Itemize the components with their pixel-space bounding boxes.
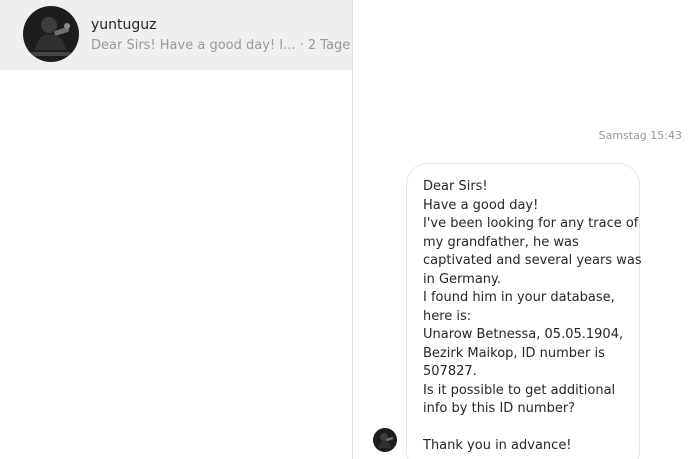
message-line: Thank you in advance!	[423, 438, 572, 453]
message-line: Is it possible to get additional	[423, 382, 616, 398]
conversation-preview-text: Dear Sirs! Have a good day! I...	[91, 38, 296, 53]
message-timestamp: Samstag 15:43	[598, 129, 682, 142]
message-line: I found him in your database,	[423, 290, 615, 305]
sender-avatar-icon[interactable]	[373, 428, 397, 452]
message-thread-pane: Samstag 15:43 Dear Sirs! Have a good day…	[353, 0, 688, 459]
message-line: Bezirk Maikop, ID number is	[423, 345, 605, 361]
conversation-preview: Dear Sirs! Have a good day! I... · 2 Tag…	[91, 38, 351, 53]
direct-messages-window: yuntuguz Dear Sirs! Have a good day! I..…	[0, 0, 688, 459]
conversation-username: yuntuguz	[91, 17, 157, 33]
conversation-list: yuntuguz Dear Sirs! Have a good day! I..…	[0, 0, 353, 459]
message-line: Dear Sirs!	[423, 179, 488, 194]
message-line: here is:	[423, 308, 472, 324]
message-line: captivated and several years was	[423, 253, 642, 268]
conversation-item-yuntuguz[interactable]: yuntuguz Dear Sirs! Have a good day! I..…	[0, 0, 352, 70]
conversation-age: 2 Tage	[307, 38, 351, 53]
message-bubble[interactable]: Dear Sirs! Have a good day! I've been lo…	[406, 163, 642, 459]
avatar-icon[interactable]	[23, 6, 79, 62]
message-line: 507827.	[423, 364, 477, 379]
message-line: Have a good day!	[423, 197, 539, 213]
message-line: I've been looking for any trace of	[423, 216, 639, 231]
message-line: Unarow Betnessa, 05.05.1904,	[423, 327, 624, 342]
message-line: in Germany.	[423, 271, 502, 287]
message-line: my grandfather, he was	[423, 234, 579, 250]
message-line: info by this ID number?	[423, 401, 576, 416]
